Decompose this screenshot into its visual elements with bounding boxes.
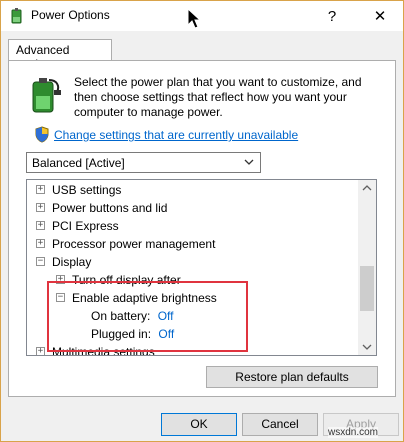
expand-icon[interactable]: + — [36, 203, 45, 212]
tree-item-label: USB settings — [52, 183, 122, 197]
tree-item-label: PCI Express — [52, 219, 119, 233]
scroll-thumb[interactable] — [360, 266, 374, 311]
expand-icon[interactable]: + — [36, 347, 45, 355]
cancel-button[interactable]: Cancel — [242, 413, 318, 436]
close-button[interactable]: ✕ — [357, 1, 403, 31]
watermark-text: wsxdn.com — [328, 427, 379, 438]
tab-advanced-settings[interactable]: Advanced settings — [8, 39, 112, 71]
window-title: Power Options — [31, 8, 110, 22]
scroll-up-icon[interactable] — [358, 180, 376, 196]
expand-icon[interactable]: + — [36, 185, 45, 194]
expand-icon[interactable]: + — [36, 221, 45, 230]
uac-shield-icon — [34, 126, 50, 143]
tree-item-label: Power buttons and lid — [52, 201, 168, 215]
change-unavailable-settings-link[interactable]: Change settings that are currently unava… — [54, 128, 298, 142]
ok-button[interactable]: OK — [161, 413, 237, 436]
mouse-cursor-icon — [187, 7, 203, 30]
tree-item-label: Display — [52, 255, 92, 269]
power-plan-dropdown[interactable]: Balanced [Active] — [26, 152, 261, 173]
collapse-icon[interactable]: − — [36, 257, 45, 266]
chevron-down-icon — [243, 156, 255, 168]
annotation-highlight-box — [47, 281, 248, 352]
restore-plan-defaults-button[interactable]: Restore plan defaults — [206, 366, 378, 388]
intro-text: Select the power plan that you want to c… — [74, 75, 362, 119]
power-options-window: Power Options ? ✕ Advanced settings Sele… — [0, 0, 404, 442]
scroll-down-icon[interactable] — [358, 339, 376, 355]
power-plan-value: Balanced [Active] — [32, 156, 125, 170]
power-options-icon — [9, 8, 25, 24]
help-button[interactable]: ? — [309, 1, 355, 31]
expand-icon[interactable]: + — [36, 239, 45, 248]
battery-icon — [27, 76, 63, 116]
tree-scrollbar[interactable] — [358, 180, 376, 355]
tree-item-label: Processor power management — [52, 237, 216, 251]
